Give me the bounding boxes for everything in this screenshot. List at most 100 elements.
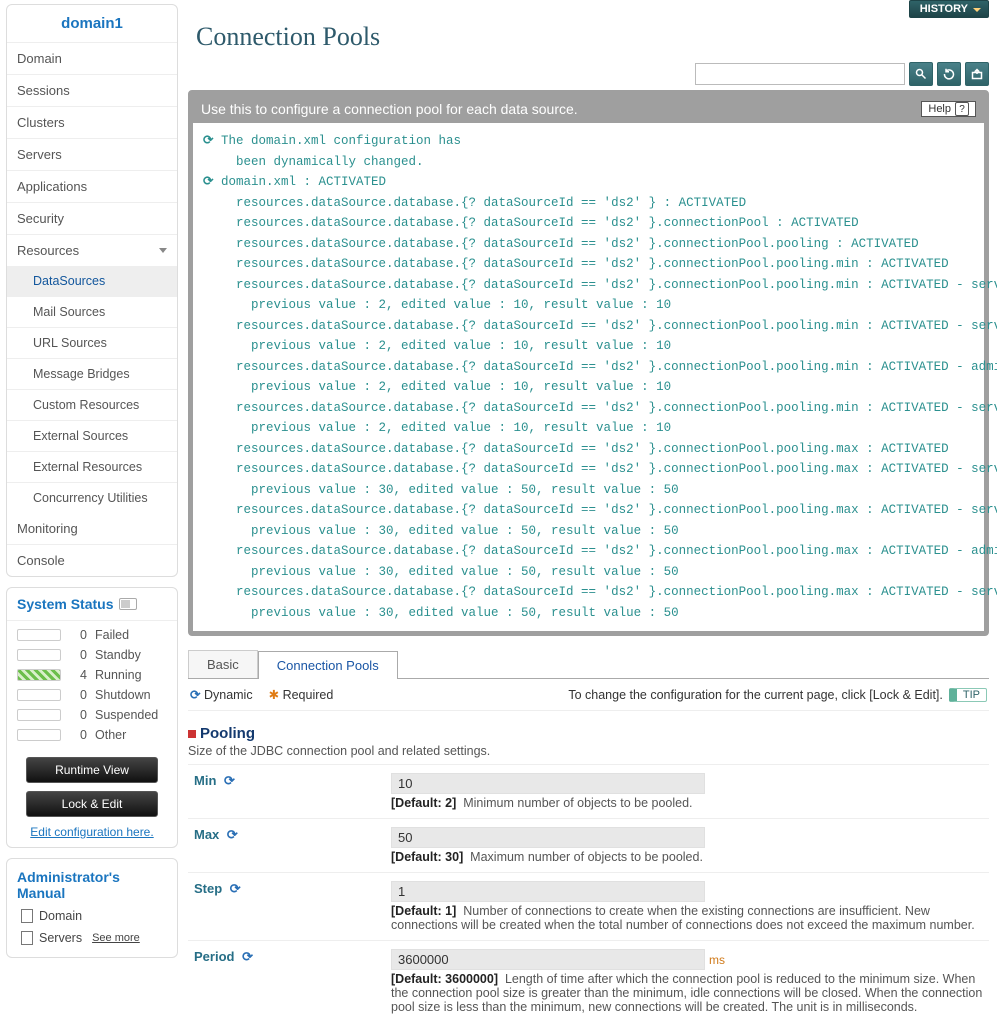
sidebar-item-domain[interactable]: Domain [7,43,177,75]
period-input[interactable] [391,949,705,970]
max-input[interactable] [391,827,705,848]
log-line: resources.dataSource.database.{? dataSou… [203,357,982,378]
runtime-view-button[interactable]: Runtime View [26,757,158,783]
refresh-icon: ⟳ [203,131,217,152]
domain-title[interactable]: domain1 [7,5,177,43]
sidebar-item-mail-sources[interactable]: Mail Sources [7,297,177,328]
status-bar-icon [17,649,61,661]
field-label-period: Period ⟳ [188,941,385,1022]
dynamic-icon: ⟳ [227,827,238,842]
log-line: resources.dataSource.database.{? dataSou… [203,459,982,480]
log-line: resources.dataSource.database.{? dataSou… [203,193,982,214]
sidebar-item-monitoring[interactable]: Monitoring [7,513,177,545]
status-bar-icon [17,689,61,701]
status-standby: 0Standby [7,645,177,665]
status-shutdown: 0Shutdown [7,685,177,705]
log-line: previous value : 2, edited value : 10, r… [203,295,982,316]
status-other: 0Other [7,725,177,745]
log-line: resources.dataSource.database.{? dataSou… [203,213,982,234]
activation-log: ⟳The domain.xml configuration has been d… [193,123,984,631]
manual-header: Administrator's Manual [7,859,177,905]
sidebar-item-external-sources[interactable]: External Sources [7,421,177,452]
manual-link-servers[interactable]: ServersSee more [7,927,177,949]
status-suspended: 0Suspended [7,705,177,725]
sidebar-item-external-resources[interactable]: External Resources [7,452,177,483]
search-input[interactable] [695,63,905,85]
section-subtitle: Size of the JDBC connection pool and rel… [188,744,989,758]
log-line: been dynamically changed. [203,152,982,173]
dynamic-icon: ⟳ [224,773,235,788]
log-line: previous value : 30, edited value : 50, … [203,603,982,624]
log-line: previous value : 2, edited value : 10, r… [203,377,982,398]
dynamic-icon: ⟳ [230,881,241,896]
status-running: 4Running [7,665,177,685]
log-line: resources.dataSource.database.{? dataSou… [203,439,982,460]
status-bar-icon [17,629,61,641]
log-line: previous value : 30, edited value : 50, … [203,521,982,542]
lock-edit-button[interactable]: Lock & Edit [26,791,158,817]
sidebar-item-security[interactable]: Security [7,203,177,235]
sidebar-item-applications[interactable]: Applications [7,171,177,203]
log-line: resources.dataSource.database.{? dataSou… [203,316,982,337]
unit-label: ms [709,953,725,967]
legend-dynamic: ⟳ Dynamic [190,687,253,702]
book-icon [21,909,33,923]
tab-basic[interactable]: Basic [188,650,258,678]
log-line: resources.dataSource.database.{? dataSou… [203,254,982,275]
status-failed: 0Failed [7,625,177,645]
field-desc: [Default: 1] Number of connections to cr… [391,904,983,932]
step-input[interactable] [391,881,705,902]
tab-connection-pools[interactable]: Connection Pools [258,651,398,679]
log-line: resources.dataSource.database.{? dataSou… [203,500,982,521]
field-desc: [Default: 2] Minimum number of objects t… [391,796,983,810]
sidebar: domain1 DomainSessionsClustersServersApp… [0,0,178,1022]
sidebar-item-datasources[interactable]: DataSources [7,266,177,297]
field-label-min: Min ⟳ [188,765,385,819]
log-line: previous value : 2, edited value : 10, r… [203,418,982,439]
log-line: resources.dataSource.database.{? dataSou… [203,582,982,603]
tip-text: To change the configuration for the curr… [568,688,943,702]
search-icon[interactable] [909,62,933,86]
field-desc: [Default: 30] Maximum number of objects … [391,850,983,864]
see-more-link[interactable]: See more [92,932,140,944]
sidebar-item-custom-resources[interactable]: Custom Resources [7,390,177,421]
status-bar-icon [17,709,61,721]
field-label-max: Max ⟳ [188,819,385,873]
tip-badge: TIP [949,688,987,702]
gauge-icon [119,598,137,610]
dynamic-icon: ⟳ [242,949,253,964]
status-bar-icon [17,729,61,741]
log-line: ⟳The domain.xml configuration has [203,131,982,152]
book-icon [21,931,33,945]
export-icon[interactable] [965,62,989,86]
log-line: resources.dataSource.database.{? dataSou… [203,234,982,255]
field-desc: [Default: 3600000] Length of time after … [391,972,983,1014]
sidebar-item-concurrency-utilities[interactable]: Concurrency Utilities [7,483,177,513]
history-button[interactable]: HISTORY [909,0,989,18]
log-line: resources.dataSource.database.{? dataSou… [203,398,982,419]
edit-config-link[interactable]: Edit configuration here. [7,825,177,839]
config-panel: Use this to configure a connection pool … [188,90,989,636]
log-line: ⟳domain.xml : ACTIVATED [203,172,982,193]
log-line: previous value : 2, edited value : 10, r… [203,336,982,357]
help-button[interactable]: Help? [921,101,976,117]
min-input[interactable] [391,773,705,794]
panel-desc: Use this to configure a connection pool … [201,101,578,117]
sidebar-item-url-sources[interactable]: URL Sources [7,328,177,359]
log-line: resources.dataSource.database.{? dataSou… [203,541,982,562]
sidebar-item-resources[interactable]: Resources [7,235,177,266]
refresh-icon[interactable] [937,62,961,86]
chevron-down-icon [159,248,167,253]
refresh-icon: ⟳ [203,172,217,193]
page-title: Connection Pools [196,22,989,52]
field-label-step: Step ⟳ [188,873,385,941]
main-content: HISTORY Connection Pools Use this to con… [178,0,997,1022]
sidebar-item-sessions[interactable]: Sessions [7,75,177,107]
sidebar-item-message-bridges[interactable]: Message Bridges [7,359,177,390]
sidebar-item-clusters[interactable]: Clusters [7,107,177,139]
sidebar-item-servers[interactable]: Servers [7,139,177,171]
status-bar-icon [17,669,61,681]
log-line: previous value : 30, edited value : 50, … [203,480,982,501]
sidebar-item-console[interactable]: Console [7,545,177,576]
manual-link-domain[interactable]: Domain [7,905,177,927]
